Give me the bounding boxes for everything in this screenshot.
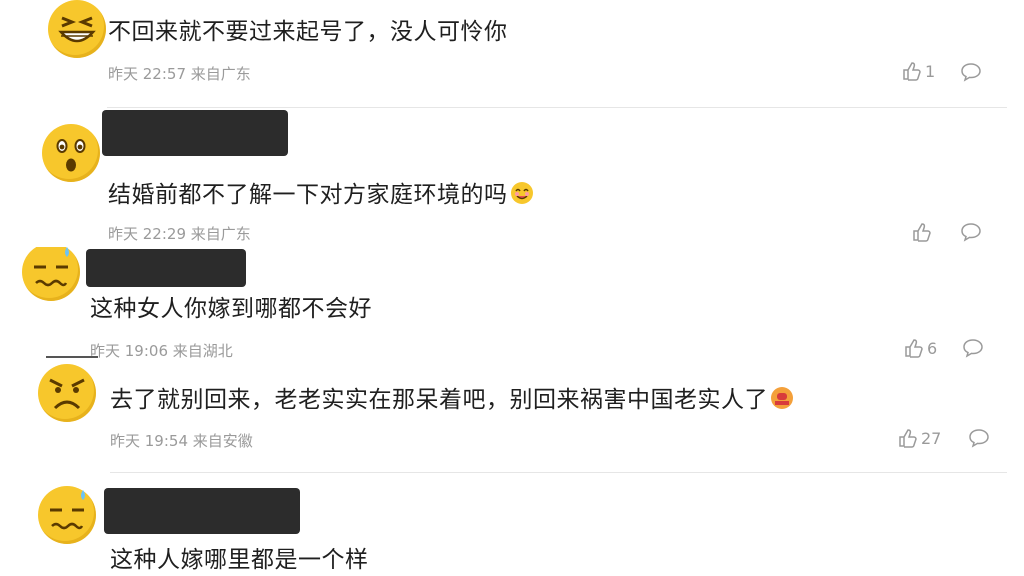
comment-meta: 昨天 22:57 来自广东: [108, 65, 251, 83]
comment-text: 这种女人你嫁到哪都不会好: [90, 296, 372, 322]
comment-text: 结婚前都不了解一下对方家庭环境的吗: [108, 175, 534, 209]
like-count: 1: [925, 61, 936, 81]
comment-bubble-icon: [960, 62, 982, 82]
angry-emoji-icon: [49, 378, 85, 410]
redacted-username: [102, 110, 288, 156]
comment-meta: 昨天 19:06 来自湖北: [90, 342, 233, 359]
reply-button[interactable]: [962, 338, 984, 358]
like-button[interactable]: 27: [898, 428, 941, 448]
drooling-emoji-icon: [510, 181, 534, 205]
avatar[interactable]: [38, 364, 96, 422]
comment-card: 这种人嫁哪里都是一个样: [22, 474, 1007, 576]
comment-card: 结婚前都不了解一下对方家庭环境的吗 昨天 22:29 来自广东: [22, 108, 1007, 246]
comment-card: 去了就别回来，老老实实在那呆着吧，别回来祸害中国老实人了 昨天 19:54 来自…: [22, 360, 1007, 472]
grinning-emoji-icon: [58, 16, 96, 43]
comment-text: 去了就别回来，老老实实在那呆着吧，别回来祸害中国老实人了: [110, 380, 794, 414]
avatar[interactable]: [48, 0, 106, 58]
divider: [46, 356, 98, 358]
comment-text: 不回来就不要过来起号了，没人可怜你: [108, 19, 508, 45]
thumbs-up-icon: [902, 61, 922, 81]
like-button[interactable]: 6: [904, 338, 937, 358]
like-button[interactable]: 1: [902, 61, 935, 81]
reply-button[interactable]: [968, 428, 990, 448]
avatar[interactable]: [22, 247, 80, 301]
divider: [110, 472, 1007, 473]
avatar[interactable]: [38, 486, 96, 544]
comment-card: 这种女人你嫁到哪都不会好 昨天 19:06 来自湖北 6: [2, 247, 1007, 359]
comment-text: 这种人嫁哪里都是一个样: [110, 547, 369, 573]
surprised-emoji-icon: [56, 139, 86, 172]
thumbs-up-icon: [904, 338, 924, 358]
sweat-emoji-icon: [50, 490, 85, 530]
comment-card: 不回来就不要过来起号了，没人可怜你 昨天 22:57 来自广东 1: [22, 0, 1007, 107]
like-count: 27: [921, 428, 942, 448]
thumbs-up-icon: [912, 222, 932, 242]
comment-bubble-icon: [968, 428, 990, 448]
reply-button[interactable]: [960, 62, 982, 82]
comment-bubble-icon: [960, 222, 982, 242]
avatar[interactable]: [42, 124, 100, 182]
like-count: 6: [927, 338, 938, 358]
redacted-username: [104, 488, 300, 534]
sweat-emoji-icon: [34, 247, 69, 287]
pray-emoji-icon: [770, 386, 794, 410]
comment-meta: 昨天 22:29 来自广东: [108, 225, 251, 243]
thumbs-up-icon: [898, 428, 918, 448]
like-button[interactable]: [912, 222, 935, 242]
comment-bubble-icon: [962, 338, 984, 358]
comment-meta: 昨天 19:54 来自安徽: [110, 432, 253, 450]
reply-button[interactable]: [960, 222, 982, 242]
redacted-username: [86, 249, 246, 287]
